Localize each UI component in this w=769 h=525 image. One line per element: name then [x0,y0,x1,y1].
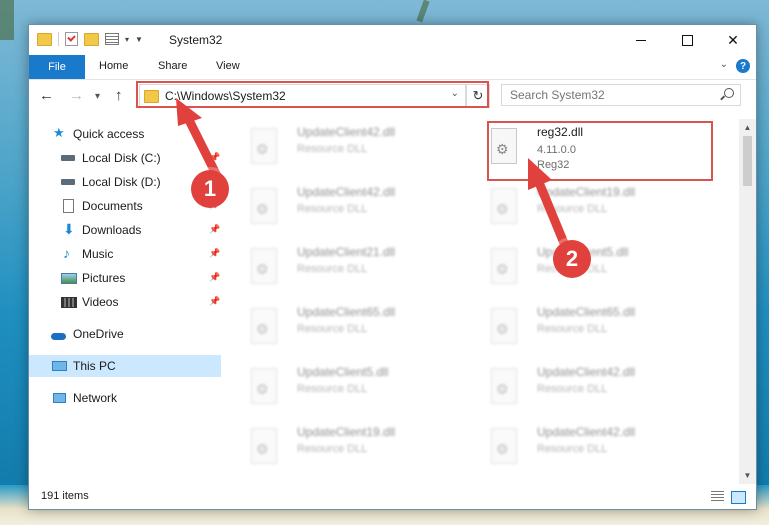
step-marker-2: 2 [553,240,591,278]
step-marker-1: 1 [191,170,229,208]
arrow-2 [528,158,571,253]
arrow-1 [176,98,223,183]
annotation-arrows [176,98,571,253]
